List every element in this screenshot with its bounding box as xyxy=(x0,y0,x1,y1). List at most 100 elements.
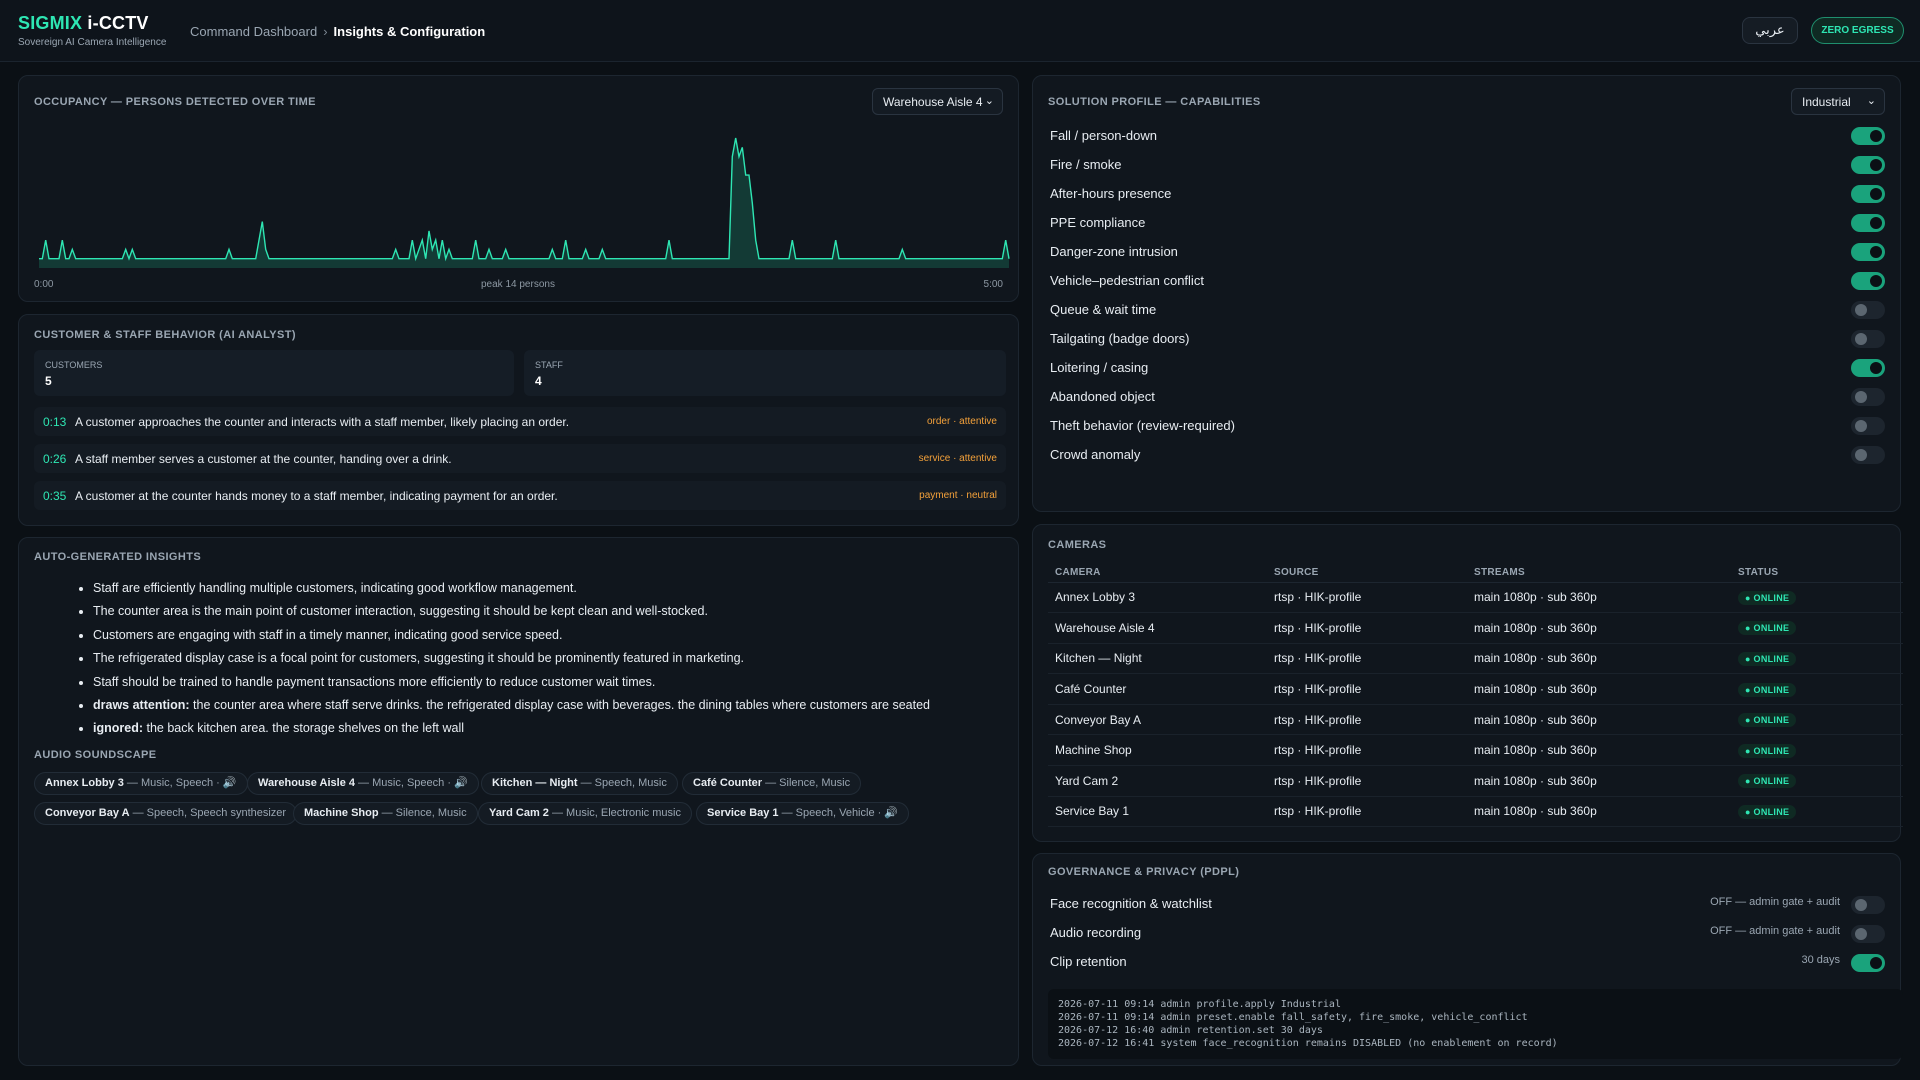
audio-chip[interactable]: Machine Shop — Silence, Music xyxy=(293,802,478,825)
camera-streams-cell: main 1080p · sub 360p xyxy=(1467,704,1731,736)
audit-log: 2026-07-11 09:14 admin profile.apply Ind… xyxy=(1048,989,1903,1059)
event-row[interactable]: 0:26 A staff member serves a customer at… xyxy=(34,444,1006,473)
profile-select-value: Industrial xyxy=(1802,94,1851,109)
column-header-source[interactable]: SOURCE xyxy=(1267,563,1467,583)
capability-toggle[interactable] xyxy=(1851,417,1885,435)
customers-value: 5 xyxy=(45,374,52,388)
audit-log-line: 2026-07-11 09:14 admin preset.enable fal… xyxy=(1058,1012,1528,1023)
capability-label: Fire / smoke xyxy=(1050,157,1122,172)
camera-streams-cell: main 1080p · sub 360p xyxy=(1467,765,1731,797)
chevron-down-icon: ⌄ xyxy=(984,95,994,107)
table-row[interactable]: Annex Lobby 3 rtsp · HIK-profile main 1080… xyxy=(1048,582,1903,614)
attention-label: draws attention: xyxy=(93,697,190,712)
capability-toggle[interactable] xyxy=(1851,446,1885,464)
table-row[interactable]: Café Counter rtsp · HIK-profile main 1080p… xyxy=(1048,673,1903,705)
capability-toggle[interactable] xyxy=(1851,388,1885,406)
camera-status-cell: ● ONLINE xyxy=(1731,643,1903,675)
capability-label: Abandoned object xyxy=(1050,389,1155,404)
top-bar: SIGMIX i-CCTV Sovereign AI Camera Intell… xyxy=(0,0,1920,62)
audio-chip[interactable]: Annex Lobby 3 — Music, Speech · 🔊 xyxy=(34,772,248,795)
toggle-knob xyxy=(1855,391,1867,403)
capability-toggle[interactable] xyxy=(1851,127,1885,145)
status-badge: ● ONLINE xyxy=(1738,804,1797,819)
audio-chip[interactable]: Warehouse Aisle 4 — Music, Speech · 🔊 xyxy=(247,772,479,795)
capability-toggle[interactable] xyxy=(1851,272,1885,290)
camera-status-cell: ● ONLINE xyxy=(1731,582,1903,614)
capability-toggle[interactable] xyxy=(1851,156,1885,174)
column-header-status[interactable]: STATUS xyxy=(1731,563,1903,583)
language-button[interactable]: عربي xyxy=(1742,17,1798,44)
insights-title: AUTO-GENERATED INSIGHTS xyxy=(34,551,202,563)
profile-select[interactable]: Industrial ⌄ xyxy=(1791,88,1885,115)
capability-toggle[interactable] xyxy=(1851,214,1885,232)
capability-toggle[interactable] xyxy=(1851,301,1885,319)
brand[interactable]: SIGMIX i-CCTV Sovereign AI Camera Intell… xyxy=(18,13,166,48)
audit-log-line: 2026-07-11 09:14 admin profile.apply Ind… xyxy=(1058,999,1341,1010)
governance-status: OFF — admin gate + audit xyxy=(1710,925,1840,937)
occupancy-area-fill xyxy=(39,138,1009,268)
audio-chip[interactable]: Café Counter — Silence, Music xyxy=(682,772,862,795)
camera-streams-cell: main 1080p · sub 360p xyxy=(1467,673,1731,705)
x-axis-start-label: 0:00 xyxy=(34,279,54,290)
audit-log-line: 2026-07-12 16:40 admin retention.set 30 … xyxy=(1058,1025,1323,1036)
governance-label: Clip retention xyxy=(1050,954,1127,969)
governance-title: GOVERNANCE & PRIVACY (PDPL) xyxy=(1048,866,1240,878)
breadcrumb-parent[interactable]: Command Dashboard xyxy=(190,24,317,39)
occupancy-camera-select[interactable]: Warehouse Aisle 4 ⌄ xyxy=(872,88,1003,115)
chevron-down-icon: ⌄ xyxy=(1866,95,1876,107)
camera-status-cell: ● ONLINE xyxy=(1731,765,1903,797)
table-row[interactable]: Kitchen — Night rtsp · HIK-profile main 10… xyxy=(1048,643,1903,675)
capability-toggle[interactable] xyxy=(1851,185,1885,203)
status-badge: ● ONLINE xyxy=(1738,743,1797,758)
camera-status-cell: ● ONLINE xyxy=(1731,734,1903,767)
column-header-streams[interactable]: STREAMS xyxy=(1467,563,1731,583)
insight-item: Staff are efficiently handling multiple … xyxy=(93,580,973,603)
column-header-camera[interactable]: CAMERA xyxy=(1048,563,1267,583)
capability-label: Vehicle–pedestrian conflict xyxy=(1050,273,1204,288)
camera-status-cell: ● ONLINE xyxy=(1731,612,1903,644)
occupancy-panel: OCCUPANCY — PERSONS DETECTED OVER TIME W… xyxy=(18,75,1019,302)
status-badge: ● ONLINE xyxy=(1738,774,1797,789)
clip-retention-toggle[interactable] xyxy=(1851,954,1885,972)
event-time: 0:26 xyxy=(43,452,67,466)
governance-label: Audio recording xyxy=(1050,925,1142,940)
camera-source-cell: rtsp · HIK-profile xyxy=(1267,796,1467,828)
capability-toggle[interactable] xyxy=(1851,330,1885,348)
camera-source-cell: rtsp · HIK-profile xyxy=(1267,765,1467,797)
capability-label: After-hours presence xyxy=(1050,186,1172,201)
face-recognition-toggle[interactable] xyxy=(1851,896,1885,914)
camera-name-cell: Café Counter xyxy=(1048,673,1267,705)
camera-streams-cell: main 1080p · sub 360p xyxy=(1467,612,1731,644)
event-row[interactable]: 0:35 A customer at the counter hands mon… xyxy=(34,481,1006,510)
table-row[interactable]: Warehouse Aisle 4 rtsp · HIK-profile main … xyxy=(1048,612,1903,644)
camera-streams-cell: main 1080p · sub 360p xyxy=(1467,796,1731,828)
toggle-knob xyxy=(1870,130,1882,142)
capability-label: Queue & wait time xyxy=(1050,302,1157,317)
capability-label: Tailgating (badge doors) xyxy=(1050,331,1190,346)
behavior-title: CUSTOMER & STAFF BEHAVIOR (AI ANALYST) xyxy=(34,329,296,341)
table-row[interactable]: Machine Shop rtsp · HIK-profile main 1080p… xyxy=(1048,734,1903,767)
audio-chip[interactable]: Conveyor Bay A — Speech, Speech synthesi… xyxy=(34,802,298,825)
ignored-text: the back kitchen area. the storage shelv… xyxy=(143,721,465,736)
insights-list: Staff are efficiently handling multiple … xyxy=(93,580,973,744)
capability-toggle[interactable] xyxy=(1851,243,1885,261)
capability-toggle[interactable] xyxy=(1851,359,1885,377)
status-badge: ● ONLINE xyxy=(1738,682,1797,697)
toggle-knob xyxy=(1855,449,1867,461)
toggle-knob xyxy=(1870,246,1882,258)
audio-chip[interactable]: Yard Cam 2 — Music, Electronic music xyxy=(478,802,692,825)
brand-name: SIGMIX i-CCTV xyxy=(18,13,149,33)
table-row[interactable]: Yard Cam 2 rtsp · HIK-profile main 1080p ·… xyxy=(1048,765,1903,797)
behavior-panel: CUSTOMER & STAFF BEHAVIOR (AI ANALYST) C… xyxy=(18,314,1019,526)
event-tags: payment · neutral xyxy=(919,490,997,501)
x-axis-end-label: 5:00 xyxy=(983,279,1003,290)
event-row[interactable]: 0:13 A customer approaches the counter a… xyxy=(34,407,1006,436)
audio-chip[interactable]: Service Bay 1 — Speech, Vehicle · 🔊 xyxy=(696,802,910,825)
audio-chip[interactable]: Kitchen — Night — Speech, Music xyxy=(481,772,678,795)
audio-recording-toggle[interactable] xyxy=(1851,925,1885,943)
table-row[interactable]: Service Bay 1 rtsp · HIK-profile main 1080… xyxy=(1048,796,1903,828)
insight-item: The refrigerated display case is a focal… xyxy=(93,650,973,673)
staff-value: 4 xyxy=(535,374,542,388)
solution-profile-title: SOLUTION PROFILE — CAPABILITIES xyxy=(1048,96,1261,108)
table-row[interactable]: Conveyor Bay Artsp · HIK-profile main 108… xyxy=(1048,704,1903,736)
